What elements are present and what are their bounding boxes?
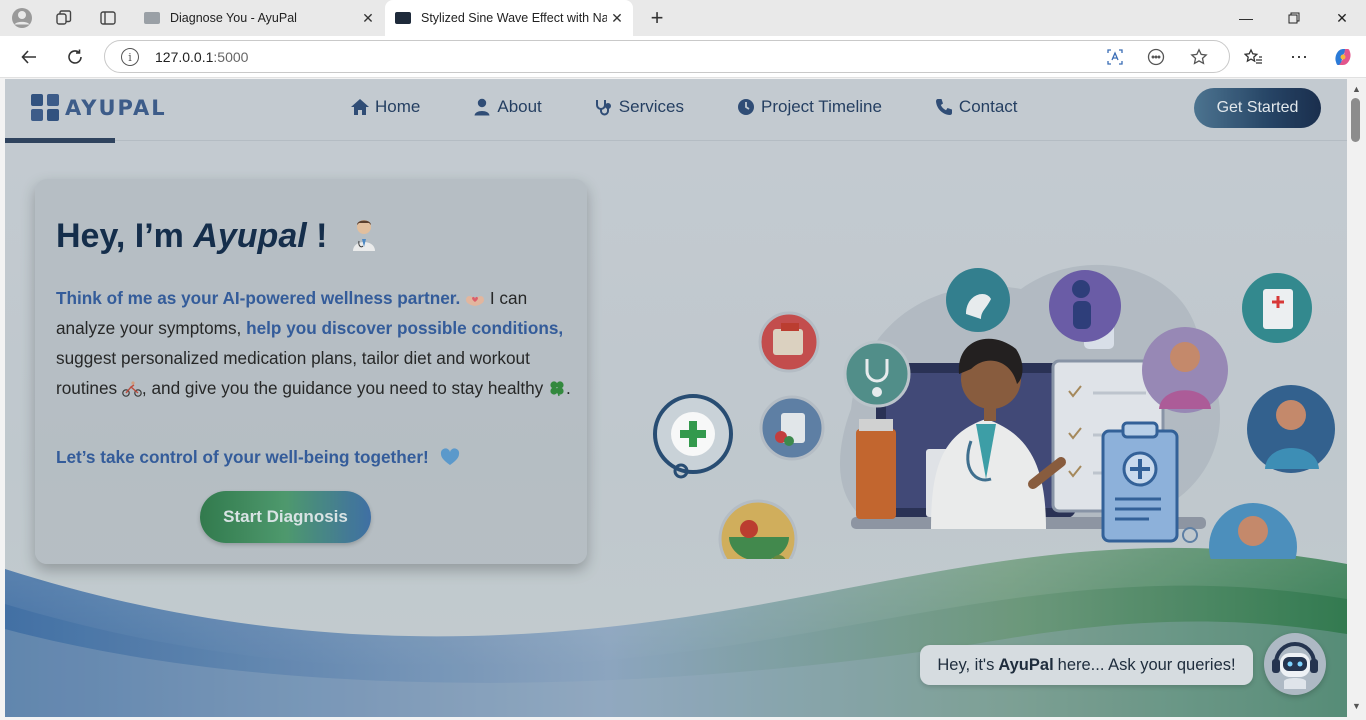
browser-toolbar: i 127.0.0.1:5000 ⋯	[0, 36, 1366, 78]
page-scrollbar[interactable]: ▲ ▼	[1347, 79, 1366, 720]
scroll-down-icon[interactable]: ▼	[1351, 700, 1362, 711]
close-window-icon[interactable]: ✕	[1318, 0, 1366, 36]
more-icon[interactable]: ⋯	[1283, 41, 1315, 73]
tab-strip: Diagnose You - AyuPal ✕ Stylized Sine Wa…	[0, 0, 1366, 36]
scroll-up-icon[interactable]: ▲	[1351, 83, 1362, 94]
page-viewport: AYUPAL Home About Services Project Timel…	[5, 79, 1347, 717]
address-bar[interactable]: i 127.0.0.1:5000	[104, 40, 1230, 73]
translate-icon[interactable]	[1104, 46, 1126, 68]
restore-icon[interactable]	[1270, 0, 1318, 36]
tab-sine-wave[interactable]: Stylized Sine Wave Effect with Na ✕	[385, 0, 633, 36]
copilot-icon[interactable]	[1327, 41, 1359, 73]
info-icon[interactable]: i	[121, 48, 139, 66]
scrollbar-thumb[interactable]	[1351, 98, 1360, 142]
tab-title: Stylized Sine Wave Effect with Na	[421, 11, 607, 25]
page-favicon-icon	[144, 12, 160, 24]
favorites-icon[interactable]	[1237, 41, 1269, 73]
workspaces-icon[interactable]	[50, 6, 78, 30]
tab-diagnose-you[interactable]: Diagnose You - AyuPal ✕	[134, 0, 384, 36]
new-tab-icon[interactable]: +	[643, 5, 671, 31]
profile-icon[interactable]	[8, 6, 36, 30]
url-text[interactable]: 127.0.0.1:5000	[155, 49, 248, 65]
read-aloud-icon[interactable]	[1145, 46, 1167, 68]
close-tab-icon[interactable]: ✕	[358, 8, 378, 28]
refresh-icon[interactable]	[59, 41, 91, 73]
chatbot-robot-icon[interactable]	[1264, 633, 1326, 695]
chat-prompt-bubble[interactable]: Hey, it's AyuPal here... Ask your queries!	[920, 645, 1253, 685]
close-tab-icon[interactable]: ✕	[607, 8, 627, 28]
page-dim-overlay	[5, 79, 1347, 717]
minimize-icon[interactable]: —	[1222, 0, 1270, 36]
tab-actions-icon[interactable]	[94, 6, 122, 30]
favorite-star-icon[interactable]	[1188, 46, 1210, 68]
back-icon[interactable]	[13, 41, 45, 73]
tab-title: Diagnose You - AyuPal	[170, 11, 297, 25]
terminal-favicon-icon	[395, 12, 411, 24]
